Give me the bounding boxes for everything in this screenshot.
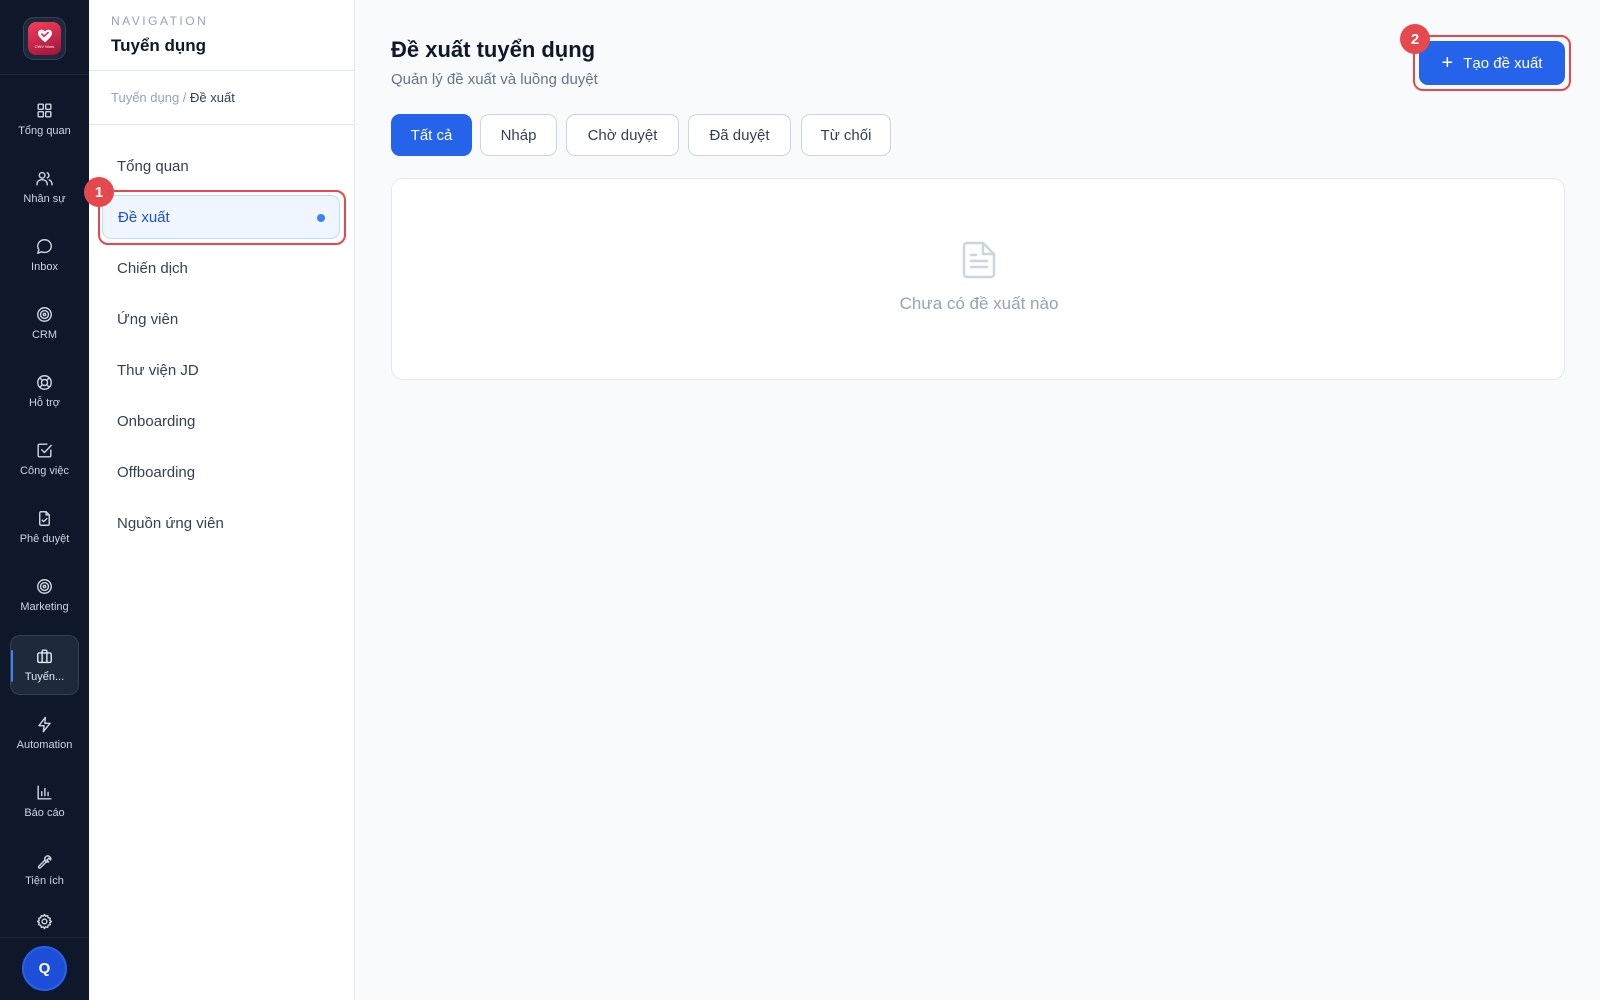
rail-item-label: Inbox [31,261,58,273]
lifebuoy-icon [37,375,52,390]
active-dot-indicator [317,214,325,222]
nav-item-label: Nguồn ứng viên [117,514,224,532]
nav-item-label: Đề xuất [118,208,170,226]
bar-chart-icon [37,785,52,800]
rail-item-marketing[interactable]: Marketing [10,565,79,625]
rail-item-label: Báo cáo [24,807,65,819]
rail-item-label: CRM [31,329,58,341]
nav-item-nguon-ung-vien[interactable]: Nguồn ứng viên [102,501,340,545]
nav-item-ung-vien[interactable]: Ứng viên [102,297,340,341]
checkbox-icon [37,443,52,458]
divider [89,124,355,125]
heart-logo-icon [37,29,52,42]
nav-item-onboarding[interactable]: Onboarding [102,399,340,443]
tab-approved[interactable]: Đã duyệt [688,114,791,156]
wrench-icon [37,855,52,869]
rail-item-nhan-su[interactable]: Nhân sự [10,157,79,217]
chat-bubble-icon [37,239,52,254]
briefcase-icon [37,649,52,664]
nav-item-label: Offboarding [117,463,196,481]
rail-item-tuyen-dung[interactable]: Tuyển... [10,635,79,695]
rail-item-label: Tiện ích [25,875,64,887]
nav-item-label: Chiến dịch [117,259,188,277]
nav-item-label: Thư viện JD [117,361,199,379]
grid-icon [37,103,52,118]
rail-item-label: Nhân sự [23,193,66,205]
rail-item-crm[interactable]: CRM [10,293,79,353]
step-badge-1: 1 [84,177,114,207]
breadcrumb-separator: / [179,90,191,105]
target-icon [37,307,52,322]
rail-item-settings[interactable] [10,912,79,934]
lightning-icon [38,716,51,733]
nav-item-thu-vien-jd[interactable]: Thư viện JD [102,348,340,392]
app-rail: CWV Work Tổng quan Nhân sự Inbox CRM Hỗ … [0,0,89,1000]
rail-item-bao-cao[interactable]: Báo cáo [10,771,79,831]
breadcrumb: Tuyển dụng / Đề xuất [111,90,235,105]
secondary-nav: NAVIGATION Tuyển dụng Tuyển dụng / Đề xu… [89,0,355,1000]
users-icon [36,171,53,186]
rail-item-label: Automation [16,739,73,751]
rail-item-label: Tổng quan [18,125,71,137]
logo-text: CWV Work [34,43,55,49]
tab-pending[interactable]: Chờ duyệt [566,114,679,156]
rail-item-label: Hỗ trợ [28,397,61,409]
secondary-nav-header: NAVIGATION Tuyển dụng [89,0,355,71]
empty-state-card: Chưa có đề xuất nào [391,178,1565,380]
nav-item-label: Onboarding [117,412,196,430]
rail-item-phe-duyet[interactable]: Phê duyệt [10,497,79,557]
rail-item-label: Phê duyệt [19,533,70,545]
document-icon [962,241,996,279]
rail-item-tien-ich[interactable]: Tiện ích [10,839,79,899]
create-proposal-label: Tạo đề xuất [1463,54,1543,72]
nav-eyebrow: NAVIGATION [111,14,209,28]
plus-icon: + [1441,52,1454,74]
nav-item-label: Ứng viên [117,310,179,328]
nav-title: Tuyển dụng [111,36,207,55]
nav-item-label: Tổng quan [117,157,189,175]
avatar[interactable]: Q [22,946,67,991]
rail-divider [0,74,89,75]
rail-item-label: Marketing [20,601,69,613]
nav-item-offboarding[interactable]: Offboarding [102,450,340,494]
nav-item-de-xuat[interactable]: Đề xuất [102,195,340,239]
rail-item-inbox[interactable]: Inbox [10,225,79,285]
target-icon [37,579,52,594]
rail-item-ho-tro[interactable]: Hỗ trợ [10,361,79,421]
rail-item-tong-quan[interactable]: Tổng quan [10,89,79,149]
rail-item-cong-viec[interactable]: Công việc [10,429,79,489]
tab-draft[interactable]: Nháp [480,114,557,156]
nav-item-tong-quan[interactable]: Tổng quan [102,144,340,188]
nav-item-chien-dich[interactable]: Chiến dịch [102,246,340,290]
page-subtitle: Quản lý đề xuất và luồng duyệt [391,71,598,88]
breadcrumb-current: Đề xuất [190,90,235,105]
page-title: Đề xuất tuyển dụng [391,37,596,62]
empty-state-text: Chưa có đề xuất nào [899,294,1059,313]
rail-item-label: Công việc [20,465,69,477]
step-badge-2: 2 [1400,24,1430,54]
app-logo[interactable]: CWV Work [23,17,66,60]
rail-divider [0,937,89,938]
gear-icon [36,913,53,930]
create-proposal-button[interactable]: + Tạo đề xuất [1419,41,1565,85]
breadcrumb-parent[interactable]: Tuyển dụng [111,90,179,105]
rail-item-label: Tuyển... [24,671,65,683]
file-approve-icon [39,511,50,526]
tab-rejected[interactable]: Từ chối [801,114,891,156]
tab-all[interactable]: Tất cả [391,114,472,156]
rail-item-automation[interactable]: Automation [10,703,79,763]
